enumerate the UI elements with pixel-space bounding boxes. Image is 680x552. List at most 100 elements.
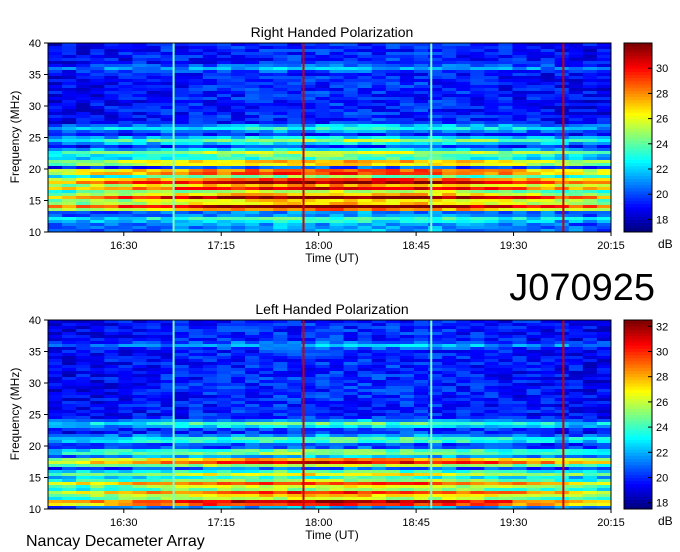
heatmap-cell	[371, 109, 387, 113]
heatmap-cell	[456, 476, 471, 480]
heatmap-cell	[132, 407, 147, 411]
heatmap-cell	[357, 112, 373, 116]
heatmap-cell	[442, 356, 457, 360]
heatmap-cell	[245, 130, 260, 134]
colorbar-segment	[624, 219, 652, 224]
heatmap-cell	[48, 49, 63, 53]
heatmap-cell	[540, 485, 556, 489]
heatmap-cell	[118, 470, 133, 474]
heatmap-cell	[554, 70, 570, 74]
heatmap-cell	[343, 148, 359, 152]
heatmap-cell	[273, 43, 288, 47]
heatmap-cell	[512, 109, 527, 113]
heatmap-cell	[259, 160, 274, 164]
heatmap-cell	[329, 356, 344, 360]
heatmap-cell	[357, 103, 373, 107]
heatmap-cell	[540, 205, 556, 209]
heatmap-cell	[442, 118, 457, 122]
heatmap-cell	[188, 172, 204, 176]
heatmap-cell	[329, 365, 344, 369]
heatmap-cell	[582, 470, 598, 474]
heatmap-cell	[104, 106, 119, 110]
heatmap-cell	[202, 362, 218, 366]
heatmap-cell	[498, 479, 513, 483]
heatmap-cell	[62, 82, 77, 86]
heatmap-cell	[329, 130, 344, 134]
heatmap-cell	[554, 488, 570, 492]
heatmap-cell	[442, 410, 457, 414]
heatmap-cell	[357, 437, 373, 441]
heatmap-cell	[526, 386, 542, 390]
heatmap-cell	[343, 494, 359, 498]
heatmap-cell	[413, 76, 429, 80]
heatmap-cell	[230, 476, 246, 480]
heatmap-cell	[554, 326, 570, 330]
heatmap-cell	[329, 332, 344, 336]
heatmap-cell	[48, 470, 63, 474]
heatmap-cell	[442, 103, 457, 107]
heatmap-cell	[498, 419, 513, 423]
heatmap-cell	[104, 473, 119, 477]
colorbar-segment	[624, 128, 652, 132]
heatmap-cell	[568, 392, 584, 396]
heatmap-cell	[526, 446, 542, 450]
heatmap-cell	[76, 392, 91, 396]
heatmap-cell	[498, 401, 513, 405]
heatmap-cell	[399, 226, 415, 230]
heatmap-cell	[202, 211, 218, 215]
heatmap-cell	[329, 443, 344, 447]
heatmap-cell	[428, 386, 443, 390]
heatmap-cell	[118, 157, 133, 161]
heatmap-cell	[526, 154, 542, 158]
heatmap-cell	[512, 455, 527, 459]
colorbar-segment	[624, 71, 652, 75]
heatmap-cell	[456, 350, 471, 354]
heatmap-cell	[428, 187, 443, 191]
heatmap-cell	[174, 380, 190, 384]
heatmap-cell	[456, 485, 471, 489]
heatmap-cell	[540, 461, 556, 465]
heatmap-cell	[385, 121, 401, 125]
heatmap-cell	[188, 163, 204, 167]
heatmap-cell	[554, 422, 570, 426]
heatmap-cell	[399, 151, 415, 155]
heatmap-cell	[371, 163, 387, 167]
heatmap-cell	[62, 437, 77, 441]
heatmap-cell	[202, 76, 218, 80]
heatmap-cell	[287, 67, 302, 71]
heatmap-cell	[62, 184, 77, 188]
heatmap-cell	[104, 187, 119, 191]
heatmap-cell	[118, 91, 133, 95]
heatmap-cell	[385, 434, 401, 438]
heatmap-cell	[540, 148, 556, 152]
heatmap-cell	[413, 383, 429, 387]
heatmap-cell	[428, 199, 443, 203]
heatmap-cell	[118, 130, 133, 134]
heatmap-cell	[245, 115, 260, 119]
heatmap-cell	[554, 383, 570, 387]
heatmap-cell	[343, 332, 359, 336]
heatmap-cell	[498, 139, 513, 143]
heatmap-cell	[287, 160, 302, 164]
heatmap-cell	[273, 452, 288, 456]
heatmap-cell	[442, 479, 457, 483]
heatmap-cell	[118, 55, 133, 59]
heatmap-cell	[259, 467, 274, 471]
heatmap-cell	[132, 434, 147, 438]
heatmap-cell	[371, 142, 387, 146]
heatmap-cell	[413, 371, 429, 375]
heatmap-cell	[343, 127, 359, 131]
heatmap-cell	[245, 100, 260, 104]
heatmap-cell	[371, 455, 387, 459]
heatmap-cell	[259, 133, 274, 137]
heatmap-cell	[76, 175, 91, 179]
heatmap-cell	[118, 371, 133, 375]
heatmap-cell	[188, 431, 204, 435]
heatmap-cell	[526, 67, 542, 71]
heatmap-cell	[512, 100, 527, 104]
heatmap-cell	[132, 482, 147, 486]
heatmap-cell	[428, 434, 443, 438]
heatmap-cell	[568, 347, 584, 351]
heatmap-cell	[554, 148, 570, 152]
heatmap-cell	[259, 494, 274, 498]
